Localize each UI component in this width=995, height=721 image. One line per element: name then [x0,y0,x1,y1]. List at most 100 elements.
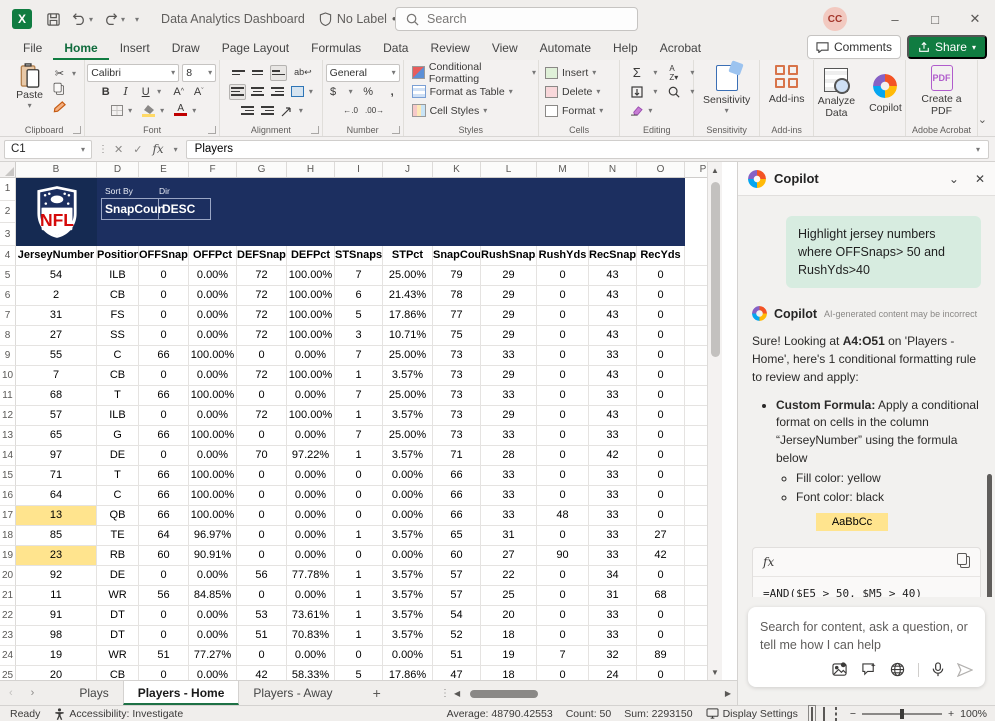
status-sum[interactable]: Sum: 2293150 [624,708,692,720]
cell[interactable]: 28 [481,446,537,466]
delete-cells-button[interactable]: Delete▾ [545,82,600,101]
cell[interactable]: 57 [433,566,481,586]
cell[interactable]: 3.57% [383,366,433,386]
column-header-I[interactable]: I [335,162,383,177]
cell[interactable]: 22 [481,566,537,586]
addins-button[interactable]: Add-ins [765,65,809,105]
cell[interactable]: 0 [537,266,589,286]
cell[interactable]: 100.00% [189,486,237,506]
vertical-scrollbar[interactable]: ▲ ▼ [707,162,722,680]
cell[interactable]: DE [97,566,139,586]
cell[interactable]: 33 [481,426,537,446]
increase-decimal-icon[interactable]: ←.0 [342,103,359,119]
increase-font-icon[interactable]: A^ [170,84,187,100]
maximize-button[interactable]: □ [915,0,955,38]
cell[interactable]: 0.00% [189,566,237,586]
cell[interactable]: 57 [433,586,481,606]
comma-style-icon[interactable]: , [384,84,401,100]
status-count[interactable]: Count: 50 [566,708,612,720]
column-header-O[interactable]: O [637,162,685,177]
cell[interactable]: 72 [237,286,287,306]
cell[interactable]: TE [97,526,139,546]
format-as-table-button[interactable]: Format as Table▾ [412,82,513,101]
row-header-23[interactable]: 23 [0,626,16,646]
ribbon-tab-help[interactable]: Help [602,38,649,60]
align-left-icon[interactable] [229,84,246,100]
cell[interactable]: 3.57% [383,606,433,626]
cell[interactable]: 0 [139,666,189,680]
ribbon-tab-formulas[interactable]: Formulas [300,38,372,60]
ribbon-tab-draw[interactable]: Draw [161,38,211,60]
cell[interactable]: 43 [589,286,637,306]
cell[interactable]: 0 [139,306,189,326]
sheet-tab-players-away[interactable]: Players - Away [239,681,346,705]
row-header-2[interactable]: 2 [0,201,15,224]
cell[interactable]: 31 [16,306,97,326]
cell[interactable]: 77.27% [189,646,237,666]
align-right-icon[interactable] [269,84,286,100]
cell[interactable]: 97 [16,446,97,466]
row-header-9[interactable]: 9 [0,346,16,366]
cell[interactable]: 23 [16,546,97,566]
cell[interactable]: 55 [16,346,97,366]
header-cell[interactable]: SnapCount [433,246,481,266]
cell[interactable]: 100.00% [287,266,335,286]
function-chevron[interactable]: ▾ [174,145,178,154]
document-title[interactable]: Data Analytics Dashboard [161,12,305,26]
cell[interactable]: 0 [139,446,189,466]
header-cell[interactable]: OFFPct [189,246,237,266]
sort-filter-icon[interactable]: AZ▾ [665,65,682,81]
cell[interactable]: 7 [335,346,383,366]
cell[interactable]: 29 [481,366,537,386]
header-cell[interactable]: OFFSnaps [139,246,189,266]
cell[interactable]: 48 [537,506,589,526]
cell[interactable]: 79 [433,266,481,286]
cell[interactable]: 58.33% [287,666,335,680]
cell[interactable]: 73 [433,346,481,366]
cell-styles-button[interactable]: Cell Styles▾ [412,101,488,120]
cell[interactable]: 0 [637,426,685,446]
cell[interactable]: 0 [637,406,685,426]
cell[interactable]: 100.00% [189,386,237,406]
cell[interactable]: 1 [335,446,383,466]
cell[interactable]: 47 [433,666,481,680]
percent-icon[interactable]: % [360,84,377,100]
comments-button[interactable]: Comments [807,35,901,59]
vertical-scroll-thumb[interactable] [711,182,720,357]
cell[interactable]: 0 [637,346,685,366]
cell[interactable]: 33 [589,466,637,486]
cell[interactable]: 0 [537,626,589,646]
cell[interactable]: 0 [537,406,589,426]
page-layout-view-button[interactable] [823,708,825,720]
customize-qat-icon[interactable]: ▾ [135,15,139,24]
cell[interactable]: 31 [589,586,637,606]
display-settings-button[interactable]: Display Settings [706,708,798,720]
cell[interactable]: 25 [481,586,537,606]
cell[interactable]: 0 [637,626,685,646]
row-header-24[interactable]: 24 [0,646,16,666]
header-cell[interactable]: JerseyNumber [16,246,97,266]
cell[interactable]: 2 [16,286,97,306]
cell[interactable]: 51 [433,646,481,666]
header-cell[interactable]: Position [97,246,139,266]
cell[interactable]: 3 [335,326,383,346]
column-header-F[interactable]: F [189,162,237,177]
column-header-H[interactable]: H [287,162,335,177]
cell[interactable]: ILB [97,406,139,426]
cell[interactable]: 25.00% [383,266,433,286]
cell[interactable]: CB [97,366,139,386]
cell[interactable]: 0.00% [383,466,433,486]
cell[interactable]: 0 [537,526,589,546]
orientation-icon[interactable] [279,103,296,119]
cell[interactable]: 0 [139,606,189,626]
zoom-level[interactable]: 100% [960,708,987,720]
cell[interactable]: 91 [16,606,97,626]
cell[interactable]: 0 [637,326,685,346]
cell[interactable]: 72 [237,306,287,326]
font-dialog-launcher[interactable] [208,126,216,134]
status-average[interactable]: Average: 48790.42553 [447,708,553,720]
header-cell[interactable]: RecYds [637,246,685,266]
cell[interactable]: 0 [637,366,685,386]
cut-icon[interactable]: ✂ [51,65,68,81]
cell[interactable]: 60 [433,546,481,566]
